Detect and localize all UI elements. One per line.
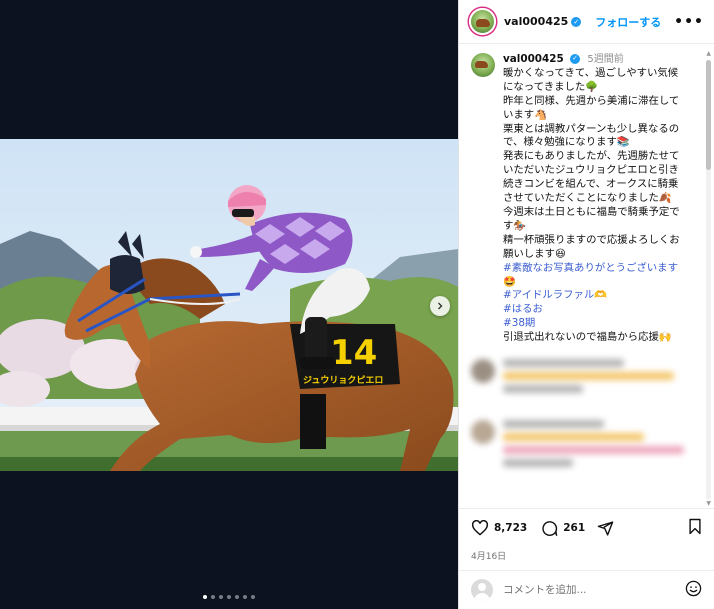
author-username[interactable]: val000425 <box>504 15 568 28</box>
like-button[interactable]: 8,723 <box>471 520 527 536</box>
carousel-dot[interactable] <box>235 595 239 599</box>
hashtag-link[interactable]: #はるお <box>503 303 688 317</box>
racehorse-photo: 14 ジュウリョクピエロ <box>0 139 458 471</box>
like-count: 8,723 <box>494 522 528 534</box>
carousel-dot[interactable] <box>219 595 223 599</box>
commenter-avatar <box>471 359 495 384</box>
carousel-dot[interactable] <box>227 595 231 599</box>
carousel-dot[interactable] <box>251 595 255 599</box>
caption-line: 今週末は土日ともに福島で騎乗予定です🏇 <box>503 205 680 232</box>
blurred-comment <box>471 359 704 398</box>
comment-button[interactable]: 261 <box>541 520 585 537</box>
post-date: 4月16日 <box>471 552 507 562</box>
scrollbar-thumb[interactable] <box>706 60 711 170</box>
post-photo[interactable]: 14 ジュウリョクピエロ <box>0 139 458 471</box>
post-time: 5週間前 <box>587 54 624 65</box>
smiley-icon <box>685 580 702 596</box>
chevron-right-icon <box>438 302 443 310</box>
saddle-number: 14 <box>330 333 377 373</box>
next-image-button[interactable] <box>430 296 450 316</box>
caption-line: 精一杯頑張りますので応援よろしくお願いします😆 <box>503 233 680 260</box>
post-header: val000425 ✓ フォローする ••• <box>459 0 714 44</box>
caption-line: 昨年と同様、先週から美浦に滞在しています🐴 <box>503 94 680 121</box>
verified-badge-icon: ✓ <box>570 54 581 64</box>
post-caption: val000425 ✓ 5週間前 暖かくなってきて、過ごしやすい気候になってきま… <box>471 53 704 345</box>
caption-line: 暖かくなってきて、過ごしやすい気候になってきました🌳 <box>503 66 679 93</box>
caption-line: 発表にもありましたが、先週勝たせていただいたジュウリョクピエロと引き続きコンビを… <box>503 150 680 205</box>
hashtag-link[interactable]: #38期 <box>503 317 688 331</box>
post-side-panel: val000425 ✓ フォローする ••• val000425 ✓ 5週間前 … <box>458 0 714 609</box>
save-button[interactable] <box>688 518 702 539</box>
emoji-button[interactable] <box>685 580 702 601</box>
more-options-button[interactable]: ••• <box>674 14 704 30</box>
caption-username[interactable]: val000425 <box>503 53 564 65</box>
caption-text: val000425 ✓ 5週間前 暖かくなってきて、過ごしやすい気候になってきま… <box>503 53 688 345</box>
bookmark-icon <box>689 518 701 534</box>
commenter-avatar <box>471 420 495 445</box>
follow-button[interactable]: フォローする <box>595 14 661 30</box>
heart-icon <box>471 520 489 536</box>
carousel-dot[interactable] <box>211 595 215 599</box>
caption-line: 栗東とは調教パターンも少し異なるので、様々勉強になります📚 <box>503 122 680 149</box>
post-modal: 14 ジュウリョクピエロ val000425 ✓ フォローする ••• val0… <box>0 0 714 609</box>
author-avatar[interactable] <box>469 8 496 35</box>
carousel-dot[interactable] <box>243 595 247 599</box>
comments-area[interactable]: val000425 ✓ 5週間前 暖かくなってきて、過ごしやすい気候になってきま… <box>459 45 714 505</box>
hashtag-link[interactable]: #素敵なお写真ありがとうございます🤩 <box>503 262 688 290</box>
scroll-down-icon[interactable]: ▼ <box>706 500 711 507</box>
carousel-dot[interactable] <box>203 595 207 599</box>
share-button[interactable] <box>597 520 614 537</box>
viewer-avatar <box>471 579 493 601</box>
caption-line: 引退式出れないので福島から応援🙌 <box>503 331 672 344</box>
comment-input[interactable] <box>503 584 663 596</box>
post-media: 14 ジュウリョクピエロ <box>0 0 458 609</box>
add-comment-bar <box>459 570 714 609</box>
carousel-dots <box>0 595 458 599</box>
paper-plane-icon <box>597 520 614 536</box>
blurred-comment <box>471 420 704 472</box>
post-actions: 8,723 261 4月16日 <box>459 508 714 562</box>
scroll-up-icon[interactable]: ▲ <box>706 50 711 57</box>
caption-author-avatar[interactable] <box>471 53 495 77</box>
comment-bubble-icon <box>542 520 558 536</box>
hashtag-link[interactable]: #アイドルラファル🫶 <box>503 289 688 303</box>
verified-badge-icon: ✓ <box>571 16 582 27</box>
saddle-horse-name: ジュウリョクピエロ <box>303 374 383 386</box>
comment-count: 261 <box>563 522 586 534</box>
